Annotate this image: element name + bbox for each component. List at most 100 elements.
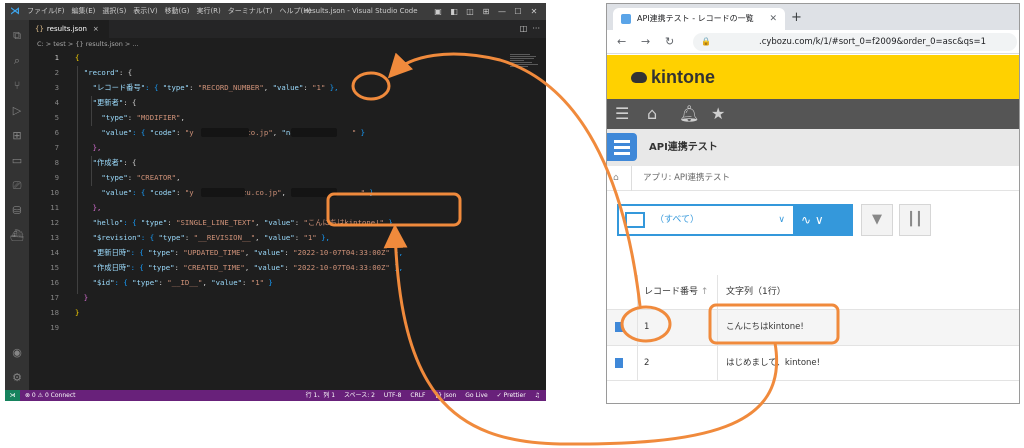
code-line[interactable]: 12 "hello": { "type": "SINGLE_LINE_TEXT"… bbox=[29, 215, 546, 230]
back-arrow-icon[interactable]: ← bbox=[617, 30, 626, 54]
source-control-icon[interactable]: ⑂ bbox=[9, 78, 25, 94]
code-line[interactable]: 5 "type": "MODIFIER", bbox=[29, 110, 546, 125]
layout-panel-icon[interactable]: ▣ bbox=[430, 3, 446, 20]
new-tab-icon[interactable]: + bbox=[791, 8, 802, 28]
filter-funnel-icon[interactable]: ▼ bbox=[861, 204, 893, 236]
code-line[interactable]: 17 } bbox=[29, 290, 546, 305]
kintone-favicon-icon bbox=[621, 14, 631, 24]
address-bar[interactable]: 🔒 .cybozu.com/k/1/#sort_0=f2009&order_0=… bbox=[693, 33, 1017, 51]
code-line[interactable]: 19 bbox=[29, 320, 546, 335]
browser-window: API連携テスト - レコードの一覧 ✕ + ← → ↻ 🔒 .cybozu.c… bbox=[606, 3, 1020, 404]
more-actions-icon[interactable]: ··· bbox=[532, 24, 540, 33]
settings-gear-icon[interactable]: ⚙ bbox=[9, 370, 25, 386]
line-number: 11 bbox=[50, 203, 59, 212]
code-line[interactable]: 11 }, bbox=[29, 200, 546, 215]
chart-bars-icon[interactable]: ┃┃ bbox=[899, 204, 931, 236]
redaction-mark bbox=[291, 128, 337, 137]
code-line[interactable]: 1{ bbox=[29, 50, 546, 65]
code-line[interactable]: 16 "$id": { "type": "__ID__", "value": "… bbox=[29, 275, 546, 290]
code-token: , bbox=[176, 173, 181, 182]
maximize-button[interactable]: ☐ bbox=[510, 3, 526, 20]
code-token: : bbox=[303, 83, 313, 92]
menu-run[interactable]: 実行(R) bbox=[196, 3, 220, 20]
status-prettier[interactable]: ✓ Prettier bbox=[497, 392, 526, 399]
code-line[interactable]: 6 "value": { "code": "y u.co.jp", "name"… bbox=[29, 125, 546, 140]
remote-explorer-icon[interactable]: ▭ bbox=[9, 153, 25, 169]
menu-file[interactable]: ファイル(F) bbox=[27, 3, 65, 20]
code-token: "value" bbox=[253, 263, 285, 272]
line-number: 14 bbox=[50, 248, 59, 257]
search-icon[interactable]: ⌕ bbox=[9, 53, 25, 69]
status-eol[interactable]: CRLF bbox=[410, 392, 425, 399]
column-header-record-number[interactable]: レコード番号 ↑ bbox=[637, 275, 717, 309]
extensions-icon[interactable]: ⊞ bbox=[9, 128, 25, 144]
table-row[interactable]: 1 こんにちはkintone! bbox=[607, 309, 1019, 345]
reload-icon[interactable]: ↻ bbox=[665, 30, 674, 54]
split-editor-icon[interactable]: ◫ bbox=[520, 24, 528, 33]
code-token: } bbox=[263, 278, 273, 287]
status-encoding[interactable]: UTF-8 bbox=[384, 392, 402, 399]
remote-indicator-icon[interactable]: ⋊ bbox=[5, 390, 20, 401]
run-debug-icon[interactable]: ▷ bbox=[9, 103, 25, 119]
status-position[interactable]: 行 1、列 1 bbox=[306, 392, 335, 399]
kintone-logo-text[interactable]: kintone bbox=[651, 55, 715, 99]
column-header-text[interactable]: 文字列（1行） bbox=[717, 275, 1019, 309]
menu-hamburger-icon[interactable]: ☰ bbox=[615, 99, 629, 129]
notification-bell-icon[interactable]: 🔔︎ bbox=[679, 99, 699, 129]
code-editor[interactable]: 1{2 "record": {3 "レコード番号": { "type": "RE… bbox=[29, 50, 546, 390]
code-line[interactable]: 8 "作成者": { bbox=[29, 155, 546, 170]
graph-menu-icon[interactable]: ∿ ∨ bbox=[801, 204, 824, 236]
code-token: "CREATOR" bbox=[136, 173, 177, 182]
code-line[interactable]: 10 "value": { "code": "y uazu.co.jp", "n… bbox=[29, 185, 546, 200]
table-row[interactable]: 2 はじめまして、kintone! bbox=[607, 345, 1019, 381]
favorites-star-icon[interactable]: ★ bbox=[711, 99, 725, 129]
code-token: : { bbox=[132, 188, 150, 197]
breadcrumb-home-icon[interactable]: ⌂ bbox=[613, 166, 619, 191]
minimize-button[interactable]: — bbox=[494, 3, 510, 20]
explorer-icon[interactable]: ⧉ bbox=[9, 28, 25, 44]
code-token: "value" bbox=[101, 128, 133, 137]
menu-view[interactable]: 表示(V) bbox=[133, 3, 157, 20]
menu-edit[interactable]: 編集(E) bbox=[72, 3, 96, 20]
close-tab-icon[interactable]: × bbox=[93, 25, 99, 33]
menu-go[interactable]: 移動(G) bbox=[165, 3, 190, 20]
breadcrumb-app-link[interactable]: アプリ: API連携テスト bbox=[643, 166, 730, 191]
testing-icon[interactable]: ⎚ bbox=[9, 178, 25, 194]
lock-icon[interactable]: 🔒 bbox=[701, 33, 711, 51]
code-line[interactable]: 4 "更新者": { bbox=[29, 95, 546, 110]
menu-terminal[interactable]: ターミナル(T) bbox=[228, 3, 273, 20]
close-window-button[interactable]: ✕ bbox=[526, 3, 542, 20]
layout-grid-icon[interactable]: ⊞ bbox=[478, 3, 494, 20]
code-token: : bbox=[158, 278, 168, 287]
code-token: "type" bbox=[132, 278, 159, 287]
status-problems[interactable]: ⊗ 0 ⚠ 0 Connect bbox=[25, 390, 75, 401]
notifications-bell-icon[interactable]: ♫ bbox=[535, 392, 540, 399]
status-golive[interactable]: Go Live bbox=[465, 392, 487, 399]
screenshot-stage: ⋊ ファイル(F) 編集(E) 選択(S) 表示(V) 移動(G) 実行(R) … bbox=[0, 0, 1024, 448]
code-token: } bbox=[356, 128, 366, 137]
home-icon[interactable]: ⌂ bbox=[647, 99, 657, 129]
code-line[interactable]: 15 "作成日時": { "type": "CREATED_TIME", "va… bbox=[29, 260, 546, 275]
close-tab-icon[interactable]: ✕ bbox=[769, 8, 777, 30]
code-line[interactable]: 2 "record": { bbox=[29, 65, 546, 80]
tab-results-json[interactable]: {} results.json × bbox=[29, 20, 109, 38]
code-line[interactable]: 3 "レコード番号": { "type": "RECORD_NUMBER", "… bbox=[29, 80, 546, 95]
docker-icon[interactable]: ⛴ bbox=[9, 228, 25, 244]
code-line[interactable]: 13 "$revision": { "type": "__REVISION__"… bbox=[29, 230, 546, 245]
code-line[interactable]: 14 "更新日時": { "type": "UPDATED_TIME", "va… bbox=[29, 245, 546, 260]
browser-tab[interactable]: API連携テスト - レコードの一覧 ✕ bbox=[613, 8, 785, 30]
editor-breadcrumb[interactable]: C: > test > {} results.json > ... bbox=[29, 38, 546, 50]
code-line[interactable]: 18} bbox=[29, 305, 546, 320]
forward-arrow-icon[interactable]: → bbox=[641, 30, 650, 54]
layout-sidebar-icon[interactable]: ◧ bbox=[446, 3, 462, 20]
code-token: "type" bbox=[140, 218, 168, 227]
database-icon[interactable]: ⛁ bbox=[9, 203, 25, 219]
status-spaces[interactable]: スペース: 2 bbox=[344, 392, 375, 399]
status-language[interactable]: {} Json bbox=[434, 392, 456, 399]
account-icon[interactable]: ◉ bbox=[9, 345, 25, 361]
code-line[interactable]: 9 "type": "CREATOR", bbox=[29, 170, 546, 185]
view-select[interactable]: （すべて） ∨ bbox=[619, 206, 793, 234]
code-line[interactable]: 7 }, bbox=[29, 140, 546, 155]
menu-selection[interactable]: 選択(S) bbox=[102, 3, 126, 20]
layout-split-icon[interactable]: ◫ bbox=[462, 3, 478, 20]
